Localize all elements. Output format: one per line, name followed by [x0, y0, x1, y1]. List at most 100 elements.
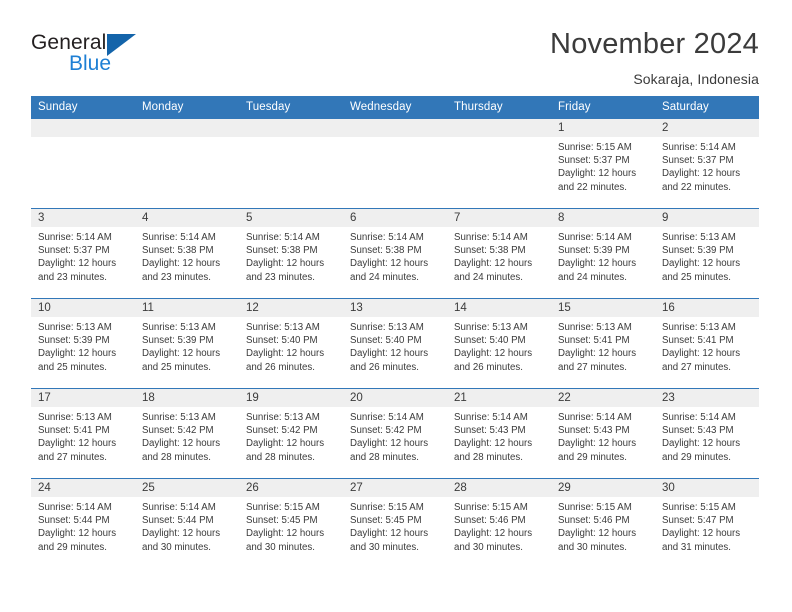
day-daylight-line2-text: and 24 minutes. — [558, 271, 627, 283]
day-sun-info: Sunrise: 5:14 AM Sunset: 5:38 PM Daylight:… — [343, 227, 447, 284]
day-daylight-line1-text: Daylight: 12 hours — [662, 258, 741, 270]
day-sunrise-text: Sunrise: 5:15 AM — [558, 502, 632, 513]
day-sunset-text: Sunset: 5:41 PM — [38, 425, 110, 437]
calendar-day-cell[interactable]: 20 Sunrise: 5:14 AM Sunset: 5:42 PM Dayligh… — [343, 388, 447, 479]
day-sunrise-text: Sunrise: 5:13 AM — [142, 412, 216, 423]
day-sun-info: Sunrise: 5:14 AM Sunset: 5:37 PM Daylight:… — [31, 227, 135, 284]
calendar-day-cell[interactable]: 29 Sunrise: 5:15 AM Sunset: 5:46 PM Dayligh… — [551, 478, 655, 569]
calendar-day-cell[interactable]: 25 Sunrise: 5:14 AM Sunset: 5:44 PM Dayligh… — [135, 478, 239, 569]
calendar-day-cell-empty — [31, 118, 135, 209]
day-number: 15 — [551, 299, 655, 317]
weekday-header-saturday: Saturday — [655, 96, 759, 119]
day-daylight-line2-text: and 28 minutes. — [246, 451, 315, 463]
day-number: 7 — [447, 209, 551, 227]
calendar-day-cell[interactable]: 23 Sunrise: 5:14 AM Sunset: 5:43 PM Dayligh… — [655, 388, 759, 479]
day-daylight-line1-text: Daylight: 12 hours — [454, 348, 533, 360]
day-daylight-line2-text: and 29 minutes. — [38, 541, 107, 553]
day-daylight-line1-text: Daylight: 12 hours — [558, 438, 637, 450]
day-daylight-line2-text: and 30 minutes. — [350, 541, 419, 553]
day-daylight-line1-text: Daylight: 12 hours — [38, 348, 117, 360]
day-daylight-line2-text: and 29 minutes. — [662, 451, 731, 463]
calendar-day-cell[interactable]: 27 Sunrise: 5:15 AM Sunset: 5:45 PM Dayligh… — [343, 478, 447, 569]
calendar-day-cell[interactable]: 3 Sunrise: 5:14 AM Sunset: 5:37 PM Daylight… — [31, 208, 135, 299]
calendar-week-row: 24 Sunrise: 5:14 AM Sunset: 5:44 PM Dayligh… — [31, 478, 759, 569]
calendar-day-cell[interactable]: 22 Sunrise: 5:14 AM Sunset: 5:43 PM Dayligh… — [551, 388, 655, 479]
calendar-day-cell[interactable]: 7 Sunrise: 5:14 AM Sunset: 5:38 PM Daylight… — [447, 208, 551, 299]
day-sunset-text: Sunset: 5:40 PM — [350, 335, 422, 347]
calendar-week-row: 3 Sunrise: 5:14 AM Sunset: 5:37 PM Daylight… — [31, 208, 759, 299]
day-sunrise-text: Sunrise: 5:13 AM — [558, 322, 632, 333]
day-daylight-line1-text: Daylight: 12 hours — [662, 168, 741, 180]
day-number — [239, 119, 343, 137]
calendar-day-cell[interactable]: 11 Sunrise: 5:13 AM Sunset: 5:39 PM Dayligh… — [135, 298, 239, 389]
brand-logo[interactable]: General Blue — [31, 28, 137, 74]
day-daylight-line2-text: and 25 minutes. — [662, 271, 731, 283]
day-sun-info: Sunrise: 5:15 AM Sunset: 5:37 PM Daylight:… — [551, 137, 655, 194]
page-header: General Blue November 2024 Sokaraja, Ind… — [0, 0, 792, 96]
calendar-day-cell-empty — [135, 118, 239, 209]
calendar-day-cell[interactable]: 19 Sunrise: 5:13 AM Sunset: 5:42 PM Dayligh… — [239, 388, 343, 479]
day-daylight-line2-text: and 25 minutes. — [142, 361, 211, 373]
calendar-day-cell[interactable]: 14 Sunrise: 5:13 AM Sunset: 5:40 PM Dayligh… — [447, 298, 551, 389]
day-sunrise-text: Sunrise: 5:13 AM — [142, 322, 216, 333]
day-sun-info: Sunrise: 5:15 AM Sunset: 5:45 PM Daylight:… — [239, 497, 343, 554]
calendar-day-cell[interactable]: 9 Sunrise: 5:13 AM Sunset: 5:39 PM Daylight… — [655, 208, 759, 299]
calendar-day-cell[interactable]: 18 Sunrise: 5:13 AM Sunset: 5:42 PM Dayligh… — [135, 388, 239, 479]
title-block: November 2024 Sokaraja, Indonesia — [550, 28, 759, 87]
calendar-day-cell[interactable]: 28 Sunrise: 5:15 AM Sunset: 5:46 PM Dayligh… — [447, 478, 551, 569]
day-number: 2 — [655, 119, 759, 137]
calendar-day-cell[interactable]: 30 Sunrise: 5:15 AM Sunset: 5:47 PM Dayligh… — [655, 478, 759, 569]
calendar-week-row: 1 Sunrise: 5:15 AM Sunset: 5:37 PM Daylight… — [31, 118, 759, 209]
day-sunrise-text: Sunrise: 5:15 AM — [246, 502, 320, 513]
day-number: 12 — [239, 299, 343, 317]
calendar-day-cell[interactable]: 5 Sunrise: 5:14 AM Sunset: 5:38 PM Daylight… — [239, 208, 343, 299]
calendar-day-cell[interactable]: 13 Sunrise: 5:13 AM Sunset: 5:40 PM Dayligh… — [343, 298, 447, 389]
day-daylight-line1-text: Daylight: 12 hours — [454, 438, 533, 450]
weekday-header-monday: Monday — [135, 96, 239, 119]
day-number: 28 — [447, 479, 551, 497]
day-sunset-text: Sunset: 5:43 PM — [662, 425, 734, 437]
page-title: November 2024 — [550, 28, 759, 60]
day-sun-info: Sunrise: 5:14 AM Sunset: 5:43 PM Daylight:… — [551, 407, 655, 464]
calendar-day-cell[interactable]: 21 Sunrise: 5:14 AM Sunset: 5:43 PM Dayligh… — [447, 388, 551, 479]
day-daylight-line2-text: and 31 minutes. — [662, 541, 731, 553]
day-sunrise-text: Sunrise: 5:14 AM — [38, 232, 112, 243]
day-sunset-text: Sunset: 5:39 PM — [558, 245, 630, 257]
calendar-day-cell[interactable]: 16 Sunrise: 5:13 AM Sunset: 5:41 PM Dayligh… — [655, 298, 759, 389]
day-sunset-text: Sunset: 5:46 PM — [454, 515, 526, 527]
weekday-header-thursday: Thursday — [447, 96, 551, 119]
day-sun-info: Sunrise: 5:14 AM Sunset: 5:44 PM Daylight:… — [31, 497, 135, 554]
day-number: 22 — [551, 389, 655, 407]
calendar-day-cell[interactable]: 17 Sunrise: 5:13 AM Sunset: 5:41 PM Dayligh… — [31, 388, 135, 479]
day-sunrise-text: Sunrise: 5:14 AM — [350, 412, 424, 423]
day-daylight-line2-text: and 25 minutes. — [38, 361, 107, 373]
calendar-header-row: Sunday Monday Tuesday Wednesday Thursday Frid… — [31, 96, 759, 119]
calendar-day-cell[interactable]: 24 Sunrise: 5:14 AM Sunset: 5:44 PM Dayligh… — [31, 478, 135, 569]
day-daylight-line2-text: and 27 minutes. — [662, 361, 731, 373]
day-daylight-line2-text: and 30 minutes. — [558, 541, 627, 553]
day-sunrise-text: Sunrise: 5:14 AM — [662, 142, 736, 153]
day-sun-info: Sunrise: 5:14 AM Sunset: 5:38 PM Daylight:… — [239, 227, 343, 284]
calendar-day-cell[interactable]: 10 Sunrise: 5:13 AM Sunset: 5:39 PM Dayligh… — [31, 298, 135, 389]
calendar-day-cell[interactable]: 4 Sunrise: 5:14 AM Sunset: 5:38 PM Daylight… — [135, 208, 239, 299]
calendar-day-cell[interactable]: 26 Sunrise: 5:15 AM Sunset: 5:45 PM Dayligh… — [239, 478, 343, 569]
day-sunrise-text: Sunrise: 5:14 AM — [142, 232, 216, 243]
day-sunrise-text: Sunrise: 5:13 AM — [38, 322, 112, 333]
calendar-day-cell[interactable]: 12 Sunrise: 5:13 AM Sunset: 5:40 PM Dayligh… — [239, 298, 343, 389]
day-sunset-text: Sunset: 5:39 PM — [38, 335, 110, 347]
day-sunset-text: Sunset: 5:44 PM — [142, 515, 214, 527]
day-sunrise-text: Sunrise: 5:14 AM — [38, 502, 112, 513]
calendar-day-cell[interactable]: 8 Sunrise: 5:14 AM Sunset: 5:39 PM Daylight… — [551, 208, 655, 299]
calendar-day-cell[interactable]: 2 Sunrise: 5:14 AM Sunset: 5:37 PM Daylight… — [655, 118, 759, 209]
calendar-day-cell[interactable]: 6 Sunrise: 5:14 AM Sunset: 5:38 PM Daylight… — [343, 208, 447, 299]
day-sunset-text: Sunset: 5:45 PM — [350, 515, 422, 527]
day-sunset-text: Sunset: 5:43 PM — [558, 425, 630, 437]
calendar-day-cell[interactable]: 1 Sunrise: 5:15 AM Sunset: 5:37 PM Daylight… — [551, 118, 655, 209]
day-daylight-line2-text: and 30 minutes. — [454, 541, 523, 553]
day-sunset-text: Sunset: 5:38 PM — [350, 245, 422, 257]
day-sunrise-text: Sunrise: 5:14 AM — [558, 412, 632, 423]
calendar-day-cell[interactable]: 15 Sunrise: 5:13 AM Sunset: 5:41 PM Dayligh… — [551, 298, 655, 389]
day-daylight-line1-text: Daylight: 12 hours — [38, 528, 117, 540]
day-number — [343, 119, 447, 137]
day-number: 21 — [447, 389, 551, 407]
